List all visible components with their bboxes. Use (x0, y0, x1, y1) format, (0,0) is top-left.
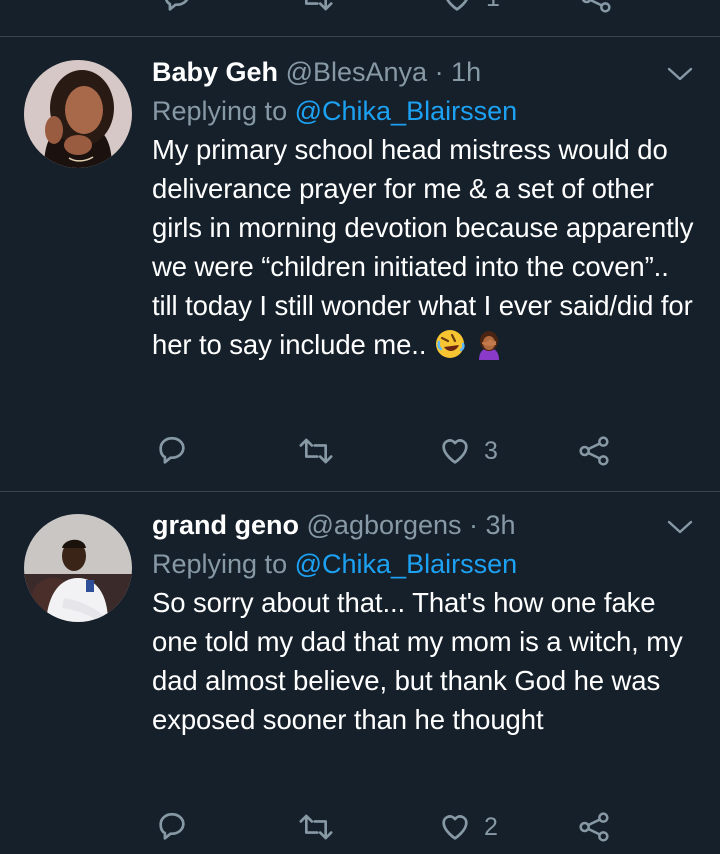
woman-facepalming-emoji (473, 328, 505, 360)
display-name[interactable]: Baby Geh (152, 57, 278, 87)
tweet-menu-button[interactable] (666, 517, 694, 537)
retweet-button[interactable] (298, 807, 334, 847)
tweet-text: My primary school head mistress would do… (152, 134, 694, 360)
reply-button[interactable] (155, 431, 189, 471)
chevron-down-icon (667, 67, 693, 81)
avatar-image (24, 60, 132, 168)
tweet-text: So sorry about that... That's how one fa… (152, 587, 683, 735)
replying-to-label: Replying to (152, 549, 288, 579)
reply-icon (159, 436, 185, 464)
replying-to-line: Replying to @Chika_Blairssen (152, 547, 700, 581)
replying-to-label: Replying to (152, 96, 288, 126)
reply-button[interactable] (160, 0, 194, 18)
retweet-icon (304, 0, 333, 11)
chevron-down-icon (667, 520, 693, 534)
like-count: 2 (484, 812, 498, 841)
rolling-on-floor-laughing-emoji (434, 328, 466, 360)
tweet[interactable]: grand geno @agborgens · 3h Replying to @… (0, 492, 720, 854)
share-icon (579, 436, 609, 466)
share-icon (579, 812, 609, 842)
previous-tweet-actions: 1 (0, 0, 720, 13)
share-button[interactable] (578, 431, 610, 471)
retweet-button[interactable] (298, 0, 334, 18)
like-button[interactable]: 2 (438, 807, 498, 847)
timestamp[interactable]: · 1h (435, 57, 482, 87)
retweet-icon (299, 438, 333, 464)
tweet-actions: 2 (0, 807, 720, 847)
user-handle[interactable]: @agborgens (307, 510, 462, 540)
mention-link[interactable]: @Chika_Blairssen (295, 96, 518, 126)
heart-icon (442, 815, 468, 840)
timestamp[interactable]: · 3h (469, 510, 516, 540)
tweet-header: Baby Geh @BlesAnya · 1h (152, 55, 700, 89)
tweet[interactable]: Baby Geh @BlesAnya · 1h Replying to @Chi… (0, 37, 720, 490)
replying-to-line: Replying to @Chika_Blairssen (152, 94, 700, 128)
retweet-icon (299, 814, 333, 840)
reply-icon (159, 812, 185, 840)
like-button[interactable]: 1 (440, 0, 500, 18)
like-button[interactable]: 3 (438, 431, 498, 471)
tweet-text-block: My primary school head mistress would do… (152, 130, 700, 364)
user-handle[interactable]: @BlesAnya (286, 57, 427, 87)
reply-button[interactable] (155, 807, 189, 847)
like-count: 1 (486, 0, 500, 13)
heart-icon (446, 0, 468, 11)
avatar[interactable] (24, 514, 132, 622)
share-button[interactable] (578, 807, 610, 847)
tweet-actions: 3 (0, 431, 720, 471)
tweet-menu-button[interactable] (666, 64, 694, 84)
share-icon (581, 0, 611, 13)
retweet-button[interactable] (298, 431, 334, 471)
avatar-image (24, 514, 132, 622)
share-button[interactable] (580, 0, 612, 18)
heart-icon (442, 439, 468, 464)
display-name[interactable]: grand geno (152, 510, 299, 540)
mention-link[interactable]: @Chika_Blairssen (295, 549, 518, 579)
reply-icon (165, 0, 189, 11)
avatar[interactable] (24, 60, 132, 168)
tweet-header: grand geno @agborgens · 3h (152, 508, 700, 542)
like-count: 3 (484, 436, 498, 465)
